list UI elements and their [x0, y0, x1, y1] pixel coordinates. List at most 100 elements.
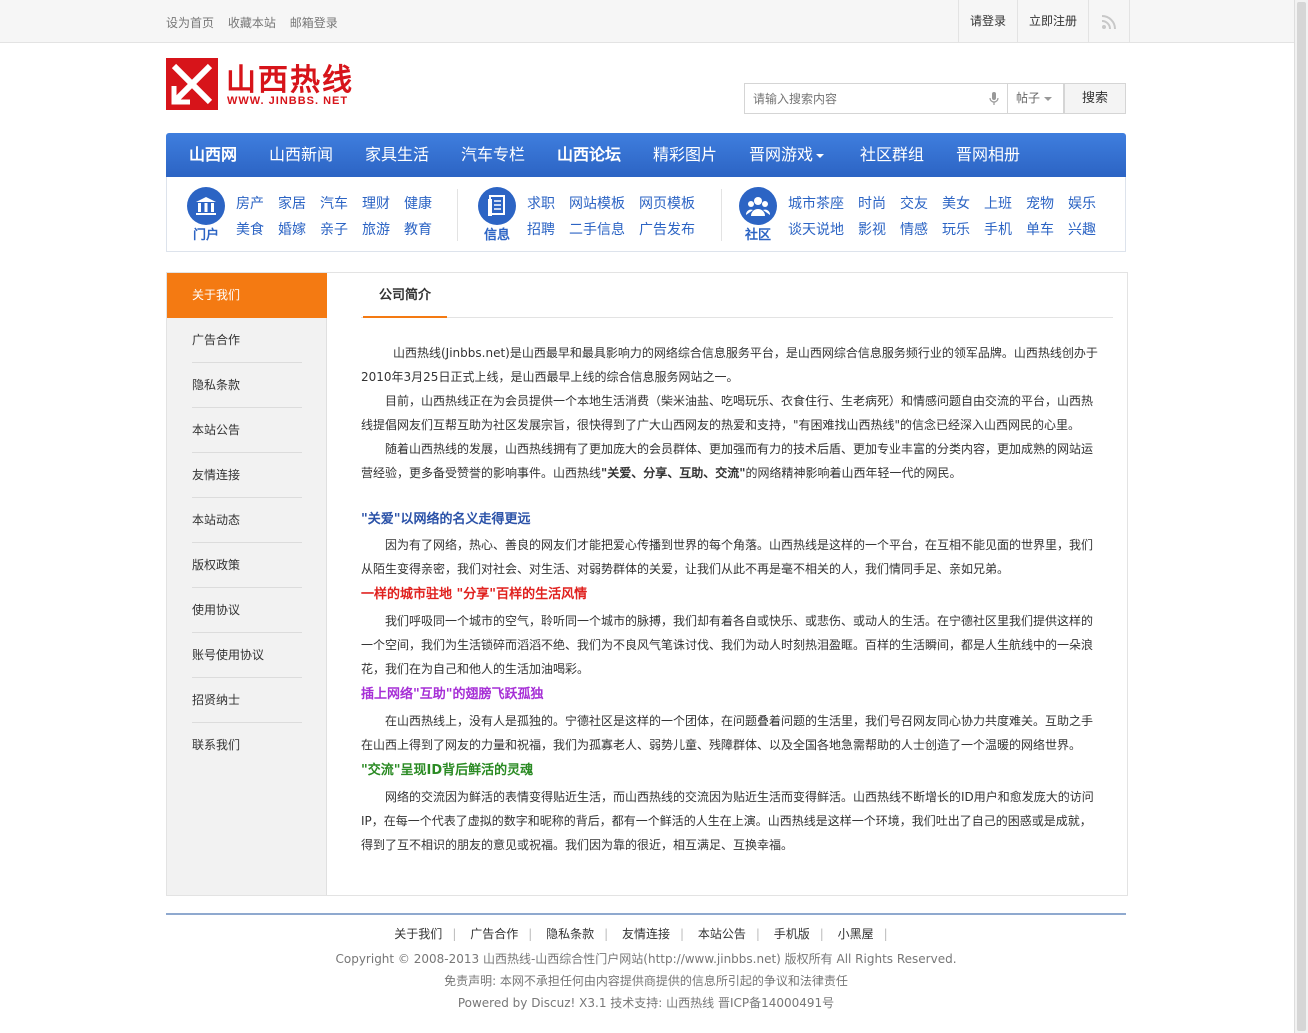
nav-item-shanxiwang[interactable]: 山西网 — [189, 133, 237, 177]
subnav-link[interactable]: 汽车 — [320, 193, 348, 213]
nav-item-pictures[interactable]: 精彩图片 — [653, 133, 717, 177]
sidebar-item-contact[interactable]: 联系我们 — [192, 723, 302, 768]
subnav-link[interactable]: 招聘 — [527, 219, 555, 239]
logo-mark-icon — [166, 58, 218, 110]
subnav-link[interactable]: 房产 — [236, 193, 264, 213]
main-panel: 关于我们 广告合作 隐私条款 本站公告 友情连接 本站动态 版权政策 使用协议 … — [166, 272, 1128, 896]
subnav-link[interactable]: 手机 — [984, 219, 1012, 239]
sidebar-item-news[interactable]: 本站动态 — [192, 498, 302, 543]
info-icon[interactable] — [478, 187, 516, 225]
mail-login-link[interactable]: 邮箱登录 — [290, 16, 338, 30]
search-button[interactable]: 搜索 — [1064, 83, 1126, 114]
subnav-info: 信息 求职 网站模板 网页模板 招聘 二手信息 广告发布 — [459, 177, 719, 252]
info-label: 信息 — [483, 228, 510, 243]
subnav-link[interactable]: 网站模板 — [569, 193, 625, 213]
nav-item-albums[interactable]: 晋网相册 — [956, 133, 1020, 177]
subnav-link[interactable]: 美食 — [236, 219, 264, 239]
rss-icon[interactable] — [1088, 0, 1131, 43]
nav-item-news[interactable]: 山西新闻 — [269, 133, 333, 177]
footer-link[interactable]: 隐私条款 — [546, 927, 594, 941]
nav-item-forum[interactable]: 山西论坛 — [557, 133, 621, 177]
subnav-link[interactable]: 婚嫁 — [278, 219, 306, 239]
subnav-link[interactable]: 亲子 — [320, 219, 348, 239]
subnav-link[interactable]: 广告发布 — [639, 219, 695, 239]
microphone-icon[interactable] — [989, 92, 999, 106]
footer-separator: | — [452, 927, 457, 941]
subnav-community: 社区 城市茶座 时尚 交友 美女 上班 宠物 娱乐 谈天说地 影视 情感 玩乐 … — [723, 177, 1125, 252]
subnav-link[interactable]: 谈天说地 — [788, 219, 844, 239]
sidebar-item-copyright[interactable]: 版权政策 — [192, 543, 302, 588]
scrollbar-thumb[interactable] — [1297, 2, 1306, 1031]
footer-link[interactable]: 手机版 — [774, 927, 810, 941]
logo-url: WWW. JINBBS. NET — [227, 95, 349, 107]
nav-item-auto[interactable]: 汽车专栏 — [461, 133, 525, 177]
subnav-link[interactable]: 兴趣 — [1068, 219, 1096, 239]
subnav-link[interactable]: 时尚 — [858, 193, 886, 213]
subnav-link[interactable]: 上班 — [984, 193, 1012, 213]
subnav-link[interactable]: 城市茶座 — [788, 193, 844, 213]
nav-item-games[interactable]: 晋网游戏 — [749, 133, 825, 177]
subnav-link[interactable]: 单车 — [1026, 219, 1054, 239]
subnav-link[interactable]: 影视 — [858, 219, 886, 239]
register-link[interactable]: 立即注册 — [1017, 0, 1088, 43]
subnav-link[interactable]: 情感 — [900, 219, 928, 239]
set-homepage-link[interactable]: 设为首页 — [166, 16, 214, 30]
bookmark-link[interactable]: 收藏本站 — [228, 16, 276, 30]
paragraph: 目前，山西热线正在为会员提供一个本地生活消费（柴米油盐、吃喝玩乐、衣食住行、生老… — [361, 394, 1094, 432]
search-type-select[interactable]: 帖子 — [1008, 83, 1064, 114]
subnav-portal: 门户 房产 家居 汽车 理财 健康 美食 婚嫁 亲子 旅游 教育 — [167, 177, 457, 252]
sidebar-item-privacy[interactable]: 隐私条款 — [192, 363, 302, 408]
sidebar-item-ads[interactable]: 广告合作 — [192, 318, 302, 363]
subnav-link[interactable]: 宠物 — [1026, 193, 1054, 213]
footer-link[interactable]: 小黑屋 — [838, 927, 874, 941]
portal-icon[interactable] — [187, 187, 225, 225]
footer-separator: | — [755, 927, 760, 941]
paragraph: 在山西热线上，没有人是孤独的。宁德社区是这样的一个团体，在问题叠着问题的生活里，… — [361, 714, 1094, 752]
sidebar-item-about[interactable]: 关于我们 — [167, 273, 327, 318]
subnav-link[interactable]: 美女 — [942, 193, 970, 213]
subnav-link[interactable]: 求职 — [527, 193, 555, 213]
subnav-link[interactable]: 家居 — [278, 193, 306, 213]
footer-separator: | — [528, 927, 533, 941]
subnav-link[interactable]: 理财 — [362, 193, 390, 213]
subnav-link[interactable]: 健康 — [404, 193, 432, 213]
footer-link[interactable]: 友情连接 — [622, 927, 670, 941]
subnav-link[interactable]: 旅游 — [362, 219, 390, 239]
subnav-link[interactable]: 网页模板 — [639, 193, 695, 213]
sidebar-item-jobs[interactable]: 招贤纳士 — [192, 678, 302, 723]
footer-copyright: Copyright © 2008-2013 山西热线-山西综合性门户网站(htt… — [335, 952, 957, 966]
community-label: 社区 — [744, 228, 771, 243]
paragraph-emphasis: "关爱、分享、互助、交流" — [601, 466, 746, 480]
subnav-link[interactable]: 教育 — [404, 219, 432, 239]
footer-separator: | — [819, 927, 824, 941]
footer-link[interactable]: 本站公告 — [698, 927, 746, 941]
subnav-link[interactable]: 玩乐 — [942, 219, 970, 239]
paragraph: 山西热线(Jinbbs.net)是山西最早和最具影响力的网络综合信息服务平台，是… — [361, 346, 1098, 384]
nav-item-groups[interactable]: 社区群组 — [860, 133, 924, 177]
paragraph-text: 的网络精神影响着山西年轻一代的网民。 — [745, 466, 962, 480]
footer-links: 关于我们 | 广告合作 | 隐私条款 | 友情连接 | 本站公告 | 手机版 | 小黑屋 | — [166, 925, 1126, 942]
footer-link[interactable]: 关于我们 — [394, 927, 442, 941]
tab-company-intro[interactable]: 公司简介 — [363, 273, 447, 318]
top-links: 设为首页 收藏本站 邮箱登录 — [166, 14, 348, 31]
subnav-link[interactable]: 交友 — [900, 193, 928, 213]
vertical-scrollbar[interactable] — [1294, 0, 1308, 1033]
sidebar: 关于我们 广告合作 隐私条款 本站公告 友情连接 本站动态 版权政策 使用协议 … — [167, 273, 327, 895]
sidebar-item-announcement[interactable]: 本站公告 — [192, 408, 302, 453]
section-heading: "交流"呈现ID背后鲜活的灵魂 — [361, 763, 534, 778]
community-icon[interactable] — [739, 187, 777, 225]
login-link[interactable]: 请登录 — [958, 0, 1017, 43]
subnav-link[interactable]: 二手信息 — [569, 219, 625, 239]
site-logo[interactable]: 山西热线 WWW. JINBBS. NET — [166, 55, 366, 115]
footer-link[interactable]: 广告合作 — [470, 927, 518, 941]
portal-label: 门户 — [192, 228, 219, 243]
content-tab-bar: 公司简介 — [361, 273, 1113, 318]
sidebar-item-terms[interactable]: 使用协议 — [192, 588, 302, 633]
sub-nav: 门户 房产 家居 汽车 理财 健康 美食 婚嫁 亲子 旅游 教育 信息 求职 网… — [166, 177, 1126, 252]
search-box — [744, 83, 1008, 114]
sidebar-item-account-terms[interactable]: 账号使用协议 — [192, 633, 302, 678]
sidebar-item-links[interactable]: 友情连接 — [192, 453, 302, 498]
subnav-link[interactable]: 娱乐 — [1068, 193, 1096, 213]
nav-item-home-life[interactable]: 家具生活 — [365, 133, 429, 177]
search-input[interactable] — [745, 84, 965, 113]
